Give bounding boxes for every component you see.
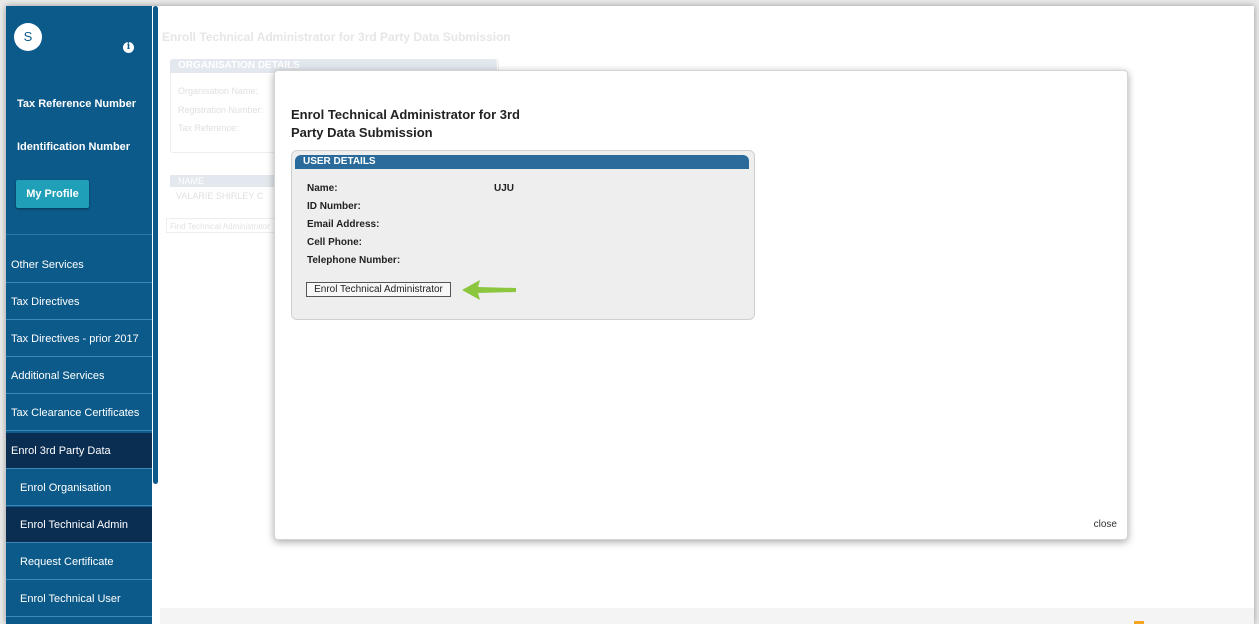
tax-reference-label: Tax Reference Number bbox=[17, 98, 137, 110]
my-profile-button[interactable]: My Profile bbox=[16, 180, 89, 208]
enrol-admin-modal: Enrol Technical Administrator for 3rd Pa… bbox=[274, 70, 1128, 540]
avatar[interactable]: S bbox=[14, 23, 42, 51]
green-arrow-icon bbox=[462, 280, 516, 300]
app-frame: S i Tax Reference Number Identification … bbox=[6, 6, 1254, 624]
cell-phone-label: Cell Phone: bbox=[307, 237, 363, 248]
organisation-name-label: Organisation Name: bbox=[178, 86, 259, 96]
identification-label: Identification Number bbox=[17, 141, 131, 153]
menu-item-additional-services[interactable]: Additional Services bbox=[6, 358, 152, 394]
name-cell: VALARIE SHIRLEY C bbox=[176, 191, 264, 201]
modal-title: Enrol Technical Administrator for 3rd Pa… bbox=[291, 107, 520, 140]
menu-item-enrol-organisation[interactable]: Enrol Organisation bbox=[6, 470, 152, 506]
menu-item-tax-clearance-certificates[interactable]: Tax Clearance Certificates bbox=[6, 395, 152, 431]
sidebar-divider bbox=[6, 234, 152, 235]
find-technical-admin-button[interactable]: Find Technical Administrator bbox=[166, 218, 278, 233]
menu-item-enrol-technical-admin[interactable]: Enrol Technical Admin bbox=[6, 507, 152, 543]
tax-reference-label-bg: Tax Reference: bbox=[178, 123, 239, 133]
name-value: UJU bbox=[494, 183, 515, 194]
sidebar: S i Tax Reference Number Identification … bbox=[6, 6, 152, 624]
menu-item-request-certificate[interactable]: Request Certificate bbox=[6, 544, 152, 580]
menu-item-enrol-3rd-party-data[interactable]: Enrol 3rd Party Data bbox=[6, 433, 152, 469]
telephone-number-label: Telephone Number: bbox=[307, 255, 401, 266]
menu-item-other-services[interactable]: Other Services bbox=[6, 247, 152, 283]
page-title: Enroll Technical Administrator for 3rd P… bbox=[162, 30, 511, 44]
registration-number-label: Registration Number: bbox=[178, 105, 264, 115]
sidebar-scrollbar[interactable] bbox=[153, 6, 158, 484]
enrol-technical-administrator-button[interactable]: Enrol Technical Administrator bbox=[306, 282, 451, 297]
email-address-label: Email Address: bbox=[307, 219, 380, 230]
footer-bar bbox=[160, 608, 1254, 624]
id-number-label: ID Number: bbox=[307, 201, 361, 212]
close-link[interactable]: close bbox=[1094, 519, 1117, 530]
user-details-header: USER DETAILS bbox=[295, 155, 749, 169]
menu-item-tax-directives[interactable]: Tax Directives bbox=[6, 284, 152, 320]
name-label: Name: bbox=[307, 183, 338, 194]
name-column-header: NAME bbox=[170, 175, 280, 187]
menu-item-tax-directives-prior-2017[interactable]: Tax Directives - prior 2017 bbox=[6, 321, 152, 357]
menu-item-enrol-technical-user[interactable]: Enrol Technical User bbox=[6, 581, 152, 617]
user-details-panel: USER DETAILS Name: UJU ID Number: Email … bbox=[291, 150, 755, 320]
info-icon[interactable]: i bbox=[123, 42, 134, 53]
